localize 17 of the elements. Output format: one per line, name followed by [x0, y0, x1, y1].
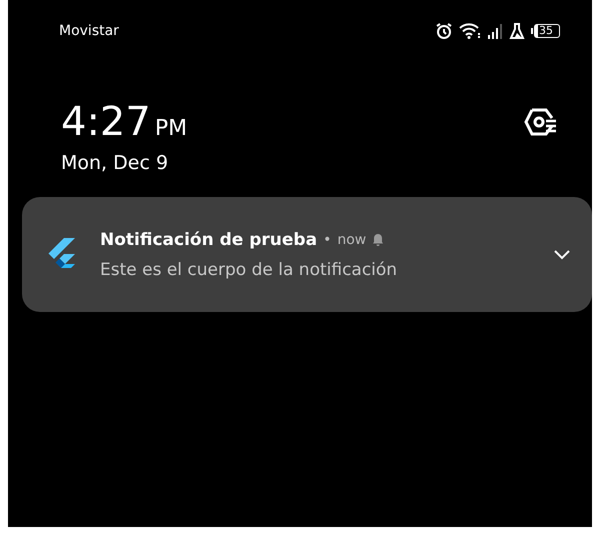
notification-card[interactable]: Notificación de prueba • now Este es el cuerpo de la notificación — [22, 197, 592, 312]
chevron-icon[interactable] — [554, 250, 570, 260]
separator-dot: • — [323, 232, 332, 248]
settings-icon[interactable] — [524, 108, 558, 136]
notification-body: Este es el cuerpo de la notificación — [100, 260, 398, 280]
wifi-icon — [459, 23, 481, 39]
clock-period: PM — [154, 116, 188, 141]
notification-title: Notificación de prueba — [100, 230, 318, 250]
alarm-icon — [435, 22, 453, 40]
signal-icon — [487, 23, 503, 39]
date-text: Mon, Dec 9 — [61, 152, 170, 174]
bell-icon — [372, 233, 384, 246]
notification-time: now — [337, 232, 366, 248]
clock-time: 4:27 — [61, 100, 151, 144]
carrier-name: Movistar — [59, 23, 119, 39]
battery-level: 35 — [534, 24, 560, 38]
flask-icon — [509, 23, 525, 39]
